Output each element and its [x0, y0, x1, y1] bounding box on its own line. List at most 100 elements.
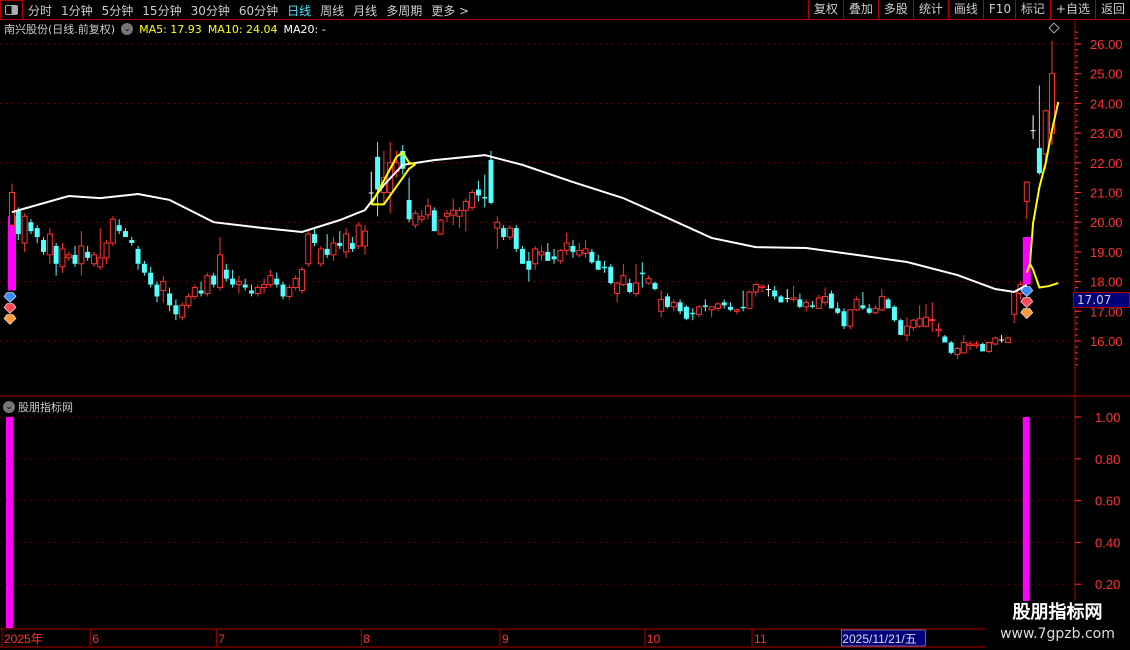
candle-body-down — [797, 299, 803, 307]
candle-body-up — [330, 242, 337, 256]
candle-body-up — [815, 297, 822, 309]
f10-button[interactable]: F10 — [982, 0, 1015, 20]
candle-body-down — [406, 199, 412, 220]
candle-body-up — [185, 295, 192, 306]
candle-body-up — [204, 275, 211, 294]
candle-body-up — [343, 233, 350, 253]
candle-body-up — [878, 295, 885, 311]
candle-body-up — [985, 341, 992, 352]
candle-body-down — [375, 156, 381, 190]
tab-multi-period[interactable]: 多周期 — [386, 2, 422, 19]
tab-60min[interactable]: 60分钟 — [239, 2, 278, 19]
candle-body-down — [639, 272, 645, 275]
toolbar: 分时 1分钟 5分钟 15分钟 30分钟 60分钟 日线 周线 月线 多周期 更… — [0, 0, 1130, 20]
tab-more[interactable]: 更多 > — [431, 2, 469, 19]
candle-body-up — [78, 245, 85, 265]
candle-body-up — [916, 318, 923, 327]
candle-body-down — [324, 248, 330, 255]
candle-body-down — [28, 222, 34, 232]
candle-body-down — [211, 275, 217, 285]
candle-body-down — [627, 283, 633, 292]
candle-body-down — [702, 305, 708, 307]
candle-body-up — [298, 269, 305, 292]
candle-body-up — [305, 233, 312, 265]
mark-button[interactable]: 标记 — [1014, 0, 1050, 20]
candle-body-down — [778, 296, 784, 303]
gem-icon — [3, 292, 17, 303]
ma-line — [1029, 263, 1059, 289]
candle-body-up — [538, 251, 545, 256]
gem-icon — [1020, 308, 1034, 319]
tab-15min[interactable]: 15分钟 — [142, 2, 181, 19]
candle-body-up — [822, 295, 829, 303]
candle-body-up — [456, 209, 463, 217]
kline-chart[interactable]: 26.00 25.00 24.00 23.00 22.00 21.00 20.00 19.00… — [0, 0, 1130, 650]
candle-body-down — [274, 278, 280, 285]
ma-line — [11, 154, 1028, 294]
candle-body-down — [53, 245, 59, 264]
candle-body-up — [450, 209, 457, 216]
candle-body-down — [154, 284, 160, 297]
candle-body-up — [267, 275, 274, 286]
price-tick-label: 25.00 — [1090, 67, 1123, 82]
price-tick-label: 26.00 — [1090, 37, 1123, 52]
candle-body-down — [980, 343, 986, 352]
layout-toggle-icon[interactable] — [0, 0, 23, 20]
back-button[interactable]: 返回 — [1094, 0, 1130, 20]
restore-rights-button[interactable]: 复权 — [807, 0, 843, 20]
candle-body-up — [21, 215, 28, 244]
tab-30min[interactable]: 30分钟 — [191, 2, 230, 19]
indicator-tick-label: 1.00 — [1095, 410, 1120, 425]
candle-body-down — [85, 251, 91, 258]
candle-body-up — [425, 205, 431, 216]
candle-body-flat — [784, 297, 790, 299]
indicator-tick-label: 0.40 — [1095, 535, 1120, 550]
draw-line-button[interactable]: 画线 — [947, 0, 983, 20]
candle-body-down — [223, 269, 229, 279]
candle-body-up — [973, 343, 980, 346]
candle-body-up — [292, 278, 299, 289]
multi-stock-button[interactable]: 多股 — [877, 0, 913, 20]
tab-fenshi[interactable]: 分时 — [28, 2, 52, 19]
price-tick-label: 16.00 — [1090, 334, 1123, 349]
statistics-button[interactable]: 统计 — [912, 0, 948, 20]
price-tick-label: 20.00 — [1090, 215, 1123, 230]
chevron-down-icon[interactable]: ⌄ — [3, 401, 15, 413]
candle-body-down — [141, 263, 147, 273]
candle-body-down — [41, 240, 47, 252]
candle-body-down — [482, 196, 488, 199]
candle-body-down — [652, 283, 658, 290]
add-watchlist-button[interactable]: +自选 — [1049, 0, 1095, 20]
date-label: 11 — [754, 632, 767, 646]
candle-body-down — [280, 284, 286, 297]
candle-body-up — [633, 282, 639, 294]
candle-body-down — [570, 245, 576, 252]
tab-1min[interactable]: 1分钟 — [61, 2, 93, 19]
candle-body-up — [872, 307, 879, 314]
indicator-bar — [1022, 417, 1030, 628]
candle-body-up — [286, 287, 293, 297]
candle-body-up — [462, 200, 469, 211]
chevron-down-icon[interactable]: ⌄ — [121, 23, 134, 35]
action-buttons: 复权 叠加 多股 统计 画线 F10 标记 +自选 返回 — [807, 0, 1130, 20]
candle-body-down — [167, 293, 173, 306]
candle-body-up — [532, 248, 539, 265]
candle-body-down — [1036, 147, 1042, 174]
candle-body-up — [9, 192, 15, 226]
chart-info-bar: 南兴股份(日线.前复权) ⌄ MA5: 17.93 MA10: 24.04 MA… — [4, 21, 326, 37]
candle-body-up — [217, 254, 223, 289]
candle-body-up — [469, 192, 476, 208]
overlay-button[interactable]: 叠加 — [842, 0, 878, 20]
candle-body-down — [608, 266, 614, 284]
candle-body-up — [563, 242, 570, 251]
tab-weekly[interactable]: 周线 — [320, 2, 344, 19]
tab-monthly[interactable]: 月线 — [353, 2, 377, 19]
candle-body-down — [665, 296, 671, 307]
tab-daily[interactable]: 日线 — [287, 2, 311, 19]
candle-body-up — [355, 224, 362, 247]
tab-5min[interactable]: 5分钟 — [102, 2, 134, 19]
candle-body-down — [683, 306, 689, 319]
candle-body-flat — [765, 289, 771, 291]
candle-body-down — [809, 305, 815, 307]
candle-body-down — [242, 284, 248, 288]
